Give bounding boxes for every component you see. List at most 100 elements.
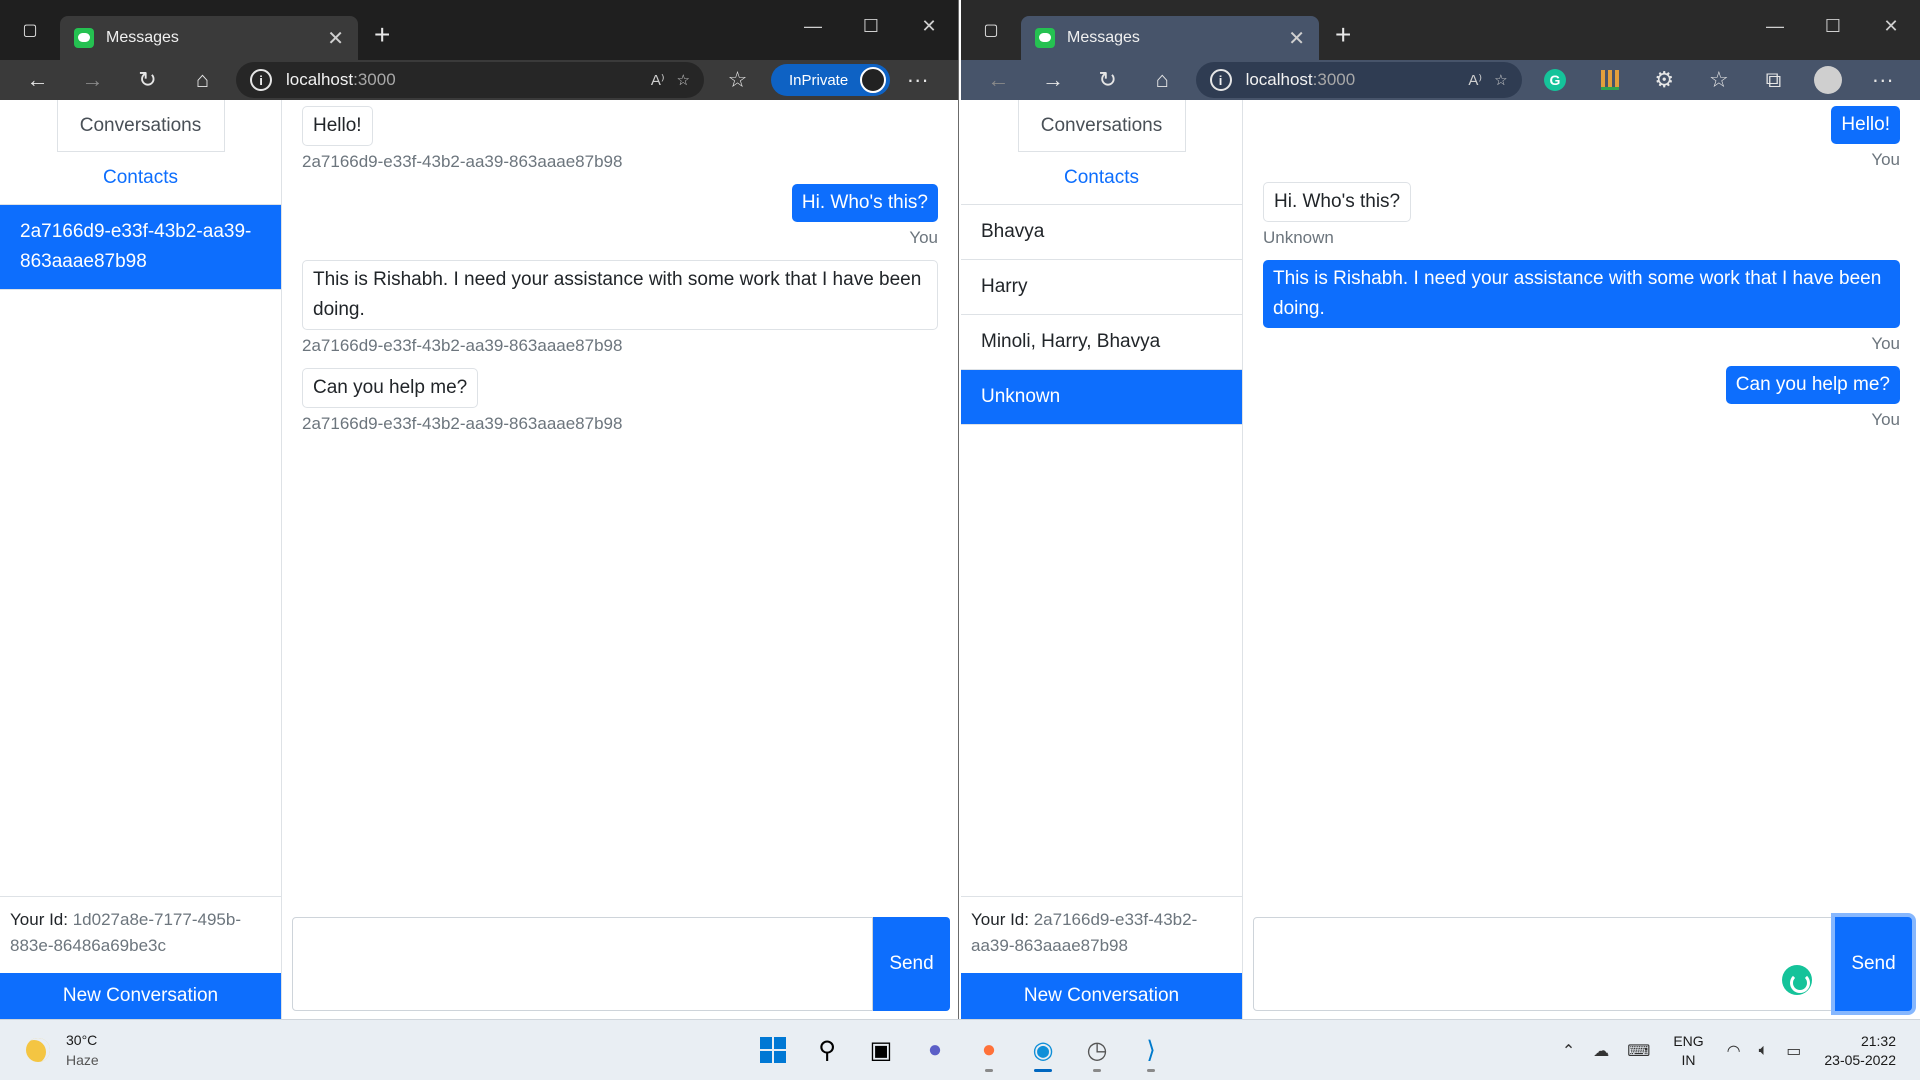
refresh-icon[interactable]: ↻ <box>1080 60 1135 100</box>
list-item[interactable]: Unknown <box>961 370 1242 425</box>
teams-chat-icon[interactable]: ● <box>908 1028 962 1072</box>
clock[interactable]: 21:32 23-05-2022 <box>1824 1032 1896 1070</box>
volume-icon[interactable]: 🔈︎ <box>1759 1042 1769 1060</box>
forward-icon[interactable]: → <box>65 60 120 100</box>
send-button[interactable]: Send <box>873 917 950 1011</box>
extensions-icon[interactable]: ⚙ <box>1637 60 1692 100</box>
message-bubble: Can you help me? <box>302 368 479 408</box>
send-button[interactable]: Send <box>1835 917 1912 1011</box>
close-tab-icon[interactable]: ✕ <box>327 26 344 51</box>
list-item[interactable]: Minoli, Harry, Bhavya <box>961 315 1242 370</box>
wifi-icon[interactable]: ◠ <box>1727 1041 1741 1061</box>
weather-icon <box>26 1038 50 1062</box>
add-favorite-icon[interactable]: ☆ <box>1494 71 1507 89</box>
weather-widget[interactable]: 30°C Haze <box>26 1030 99 1070</box>
home-icon[interactable]: ⌂ <box>175 60 230 100</box>
site-info-icon[interactable]: i <box>1209 69 1232 91</box>
favorites-icon[interactable]: ☆ <box>1692 60 1747 100</box>
minimize-icon[interactable]: — <box>784 0 842 52</box>
back-icon[interactable]: ← <box>971 60 1026 100</box>
maximize-icon[interactable]: ☐ <box>1804 0 1862 52</box>
list-item[interactable]: Harry <box>961 260 1242 315</box>
url-port: :3000 <box>353 70 396 89</box>
window-controls: — ☐ ✕ <box>1746 0 1920 52</box>
language-indicator[interactable]: ENG IN <box>1673 1032 1703 1070</box>
edge-icon[interactable]: ◉ <box>1016 1028 1070 1072</box>
message-bubble: This is Rishabh. I need your assistance … <box>302 260 938 330</box>
collections-icon[interactable]: ⧉ <box>1746 60 1801 100</box>
close-window-icon[interactable]: ✕ <box>900 0 958 52</box>
bars-extension-icon[interactable] <box>1582 60 1637 100</box>
refresh-icon[interactable]: ↻ <box>120 60 175 100</box>
profile-icon[interactable] <box>1801 60 1856 100</box>
message: Can you help me? You <box>1263 366 1900 430</box>
list-item[interactable]: Bhavya <box>961 205 1242 260</box>
task-view-icon[interactable]: ▣ <box>854 1028 908 1072</box>
browser-toolbar: ← → ↻ ⌂ i localhost:3000 A⁾ ☆ G ⚙ ☆ ⧉ ··… <box>961 60 1920 100</box>
language-code: ENG <box>1673 1032 1704 1049</box>
maximize-icon[interactable]: ☐ <box>842 0 900 52</box>
new-tab-icon[interactable]: + <box>1335 19 1351 51</box>
sidebar: Conversations Contacts Bhavya Harry Mino… <box>961 100 1243 1019</box>
contact-list: Bhavya Harry Minoli, Harry, Bhavya Unkno… <box>961 204 1242 425</box>
list-item[interactable]: 2a7166d9-e33f-43b2-aa39-863aaae87b98 <box>0 205 281 290</box>
read-aloud-icon[interactable]: A⁾ <box>651 71 665 89</box>
sidebar-nav: Conversations Contacts <box>0 100 281 204</box>
message-sender: You <box>1871 334 1900 353</box>
grammarly-icon: G <box>1543 69 1566 91</box>
search-icon[interactable]: ⚲ <box>800 1028 854 1072</box>
keyboard-icon[interactable]: ⌨ <box>1627 1041 1650 1061</box>
start-button[interactable] <box>746 1028 800 1072</box>
onedrive-icon[interactable]: ☁ <box>1593 1041 1609 1061</box>
new-tab-icon[interactable]: + <box>374 19 390 51</box>
read-aloud-icon[interactable]: A⁾ <box>1468 71 1482 89</box>
message: Hi. Who's this? You <box>302 184 938 248</box>
window-controls: — ☐ ✕ <box>784 0 958 52</box>
more-icon[interactable]: ··· <box>890 60 945 100</box>
chevron-up-icon[interactable]: ⌃ <box>1562 1041 1575 1061</box>
inprivate-button[interactable]: InPrivate <box>771 64 891 96</box>
your-id-label: Your Id: <box>971 910 1029 929</box>
add-favorite-icon[interactable]: ☆ <box>677 71 690 89</box>
message: Can you help me? 2a7166d9-e33f-43b2-aa39… <box>302 368 938 434</box>
clock-app-icon[interactable]: ◷ <box>1070 1028 1124 1072</box>
browser-tab[interactable]: Messages ✕ <box>1021 16 1319 60</box>
tab-conversations[interactable]: Conversations <box>56 100 225 152</box>
message-input[interactable] <box>292 917 873 1011</box>
firefox-icon[interactable]: ● <box>962 1028 1016 1072</box>
your-id: Your Id: 2a7166d9-e33f-43b2-aa39-863aaae… <box>961 896 1242 969</box>
grammarly-status-icon[interactable] <box>1782 965 1812 995</box>
tab-contacts[interactable]: Contacts <box>0 152 281 204</box>
inprivate-label: InPrivate <box>789 71 849 89</box>
site-info-icon[interactable]: i <box>250 69 272 91</box>
vscode-icon[interactable]: ⟩ <box>1124 1028 1178 1072</box>
back-icon[interactable]: ← <box>10 60 65 100</box>
favorites-icon[interactable]: ☆ <box>710 60 765 100</box>
minimize-icon[interactable]: — <box>1746 0 1804 52</box>
forward-icon[interactable]: → <box>1026 60 1081 100</box>
messages-favicon-icon <box>74 28 94 48</box>
home-icon[interactable]: ⌂ <box>1135 60 1190 100</box>
url-text: localhost:3000 <box>1246 70 1457 90</box>
taskbar-apps: ⚲ ▣ ● ● ◉ ◷ ⟩ <box>746 1028 1178 1072</box>
grammarly-extension-icon[interactable]: G <box>1528 60 1583 100</box>
tab-conversations[interactable]: Conversations <box>1017 100 1186 152</box>
battery-icon[interactable]: ▭ <box>1786 1041 1801 1061</box>
more-icon[interactable]: ··· <box>1855 60 1910 100</box>
messages-favicon-icon <box>1035 28 1055 48</box>
tab-contacts[interactable]: Contacts <box>961 152 1242 204</box>
message-sender: 2a7166d9-e33f-43b2-aa39-863aaae87b98 <box>302 336 623 355</box>
new-conversation-button[interactable]: New Conversation <box>0 973 281 1019</box>
message-list: Hello! You Hi. Who's this? Unknown This … <box>1243 100 1920 430</box>
close-window-icon[interactable]: ✕ <box>1862 0 1920 52</box>
new-conversation-button[interactable]: New Conversation <box>961 973 1242 1019</box>
tab-actions-icon[interactable]: ▢ <box>0 20 60 40</box>
message-bubble: Hi. Who's this? <box>1263 182 1412 222</box>
address-bar[interactable]: i localhost:3000 A⁾ ☆ <box>236 62 704 98</box>
close-tab-icon[interactable]: ✕ <box>1288 26 1305 51</box>
tab-actions-icon[interactable]: ▢ <box>961 20 1021 40</box>
address-bar[interactable]: i localhost:3000 A⁾ ☆ <box>1195 62 1522 98</box>
browser-tab[interactable]: Messages ✕ <box>60 16 358 60</box>
message-input[interactable] <box>1253 917 1835 1011</box>
message-sender: Unknown <box>1263 228 1334 247</box>
